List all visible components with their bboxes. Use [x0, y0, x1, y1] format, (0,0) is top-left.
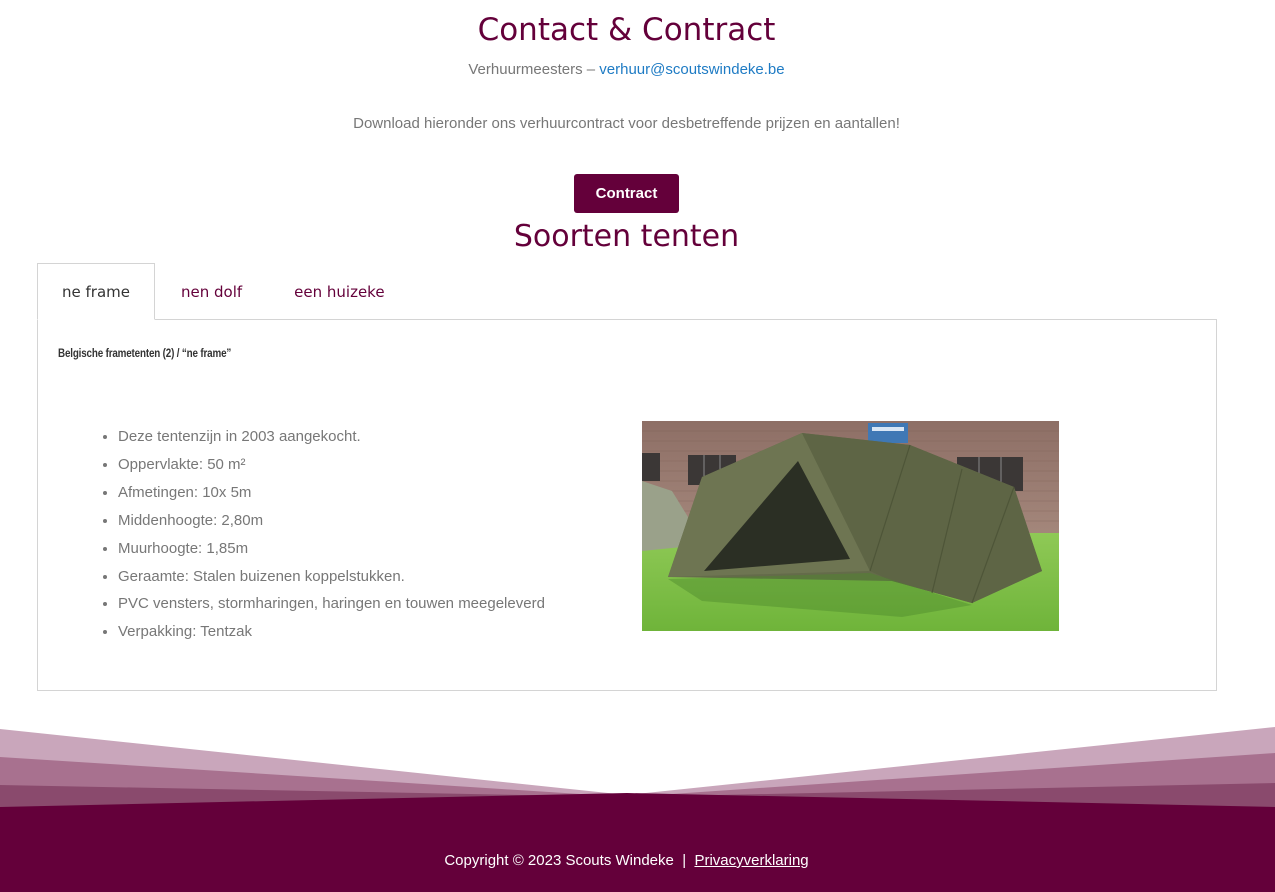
- footer-wave-decoration: [0, 727, 1275, 815]
- copyright-text: Copyright © 2023 Scouts Windeke: [444, 852, 674, 869]
- tents-title: Soorten tenten: [513, 219, 740, 254]
- email-link[interactable]: verhuur@scoutswindeke.be: [599, 61, 784, 78]
- spec-list: Deze tentenzijn in 2003 aangekocht. Oppe…: [118, 423, 545, 646]
- contact-line: Verhuurmeesters – verhuur@scoutswindeke.…: [0, 61, 1253, 78]
- contract-button[interactable]: Contract: [574, 174, 679, 213]
- tent-tabs: ne frame nen dolf een huizeke: [37, 263, 411, 320]
- footer-separator: |: [682, 852, 687, 869]
- tab-een-huizeke[interactable]: een huizeke: [268, 263, 410, 320]
- contact-prefix: Verhuurmeesters –: [468, 61, 600, 78]
- tab-ne-frame[interactable]: ne frame: [37, 263, 155, 320]
- tab-nen-dolf[interactable]: nen dolf: [155, 263, 268, 320]
- tent-photo: [642, 421, 1059, 631]
- footer-text: Copyright © 2023 Scouts Windeke | Privac…: [0, 852, 1253, 869]
- site-footer: [0, 808, 1275, 892]
- list-item: Oppervlakte: 50 m²: [118, 451, 545, 479]
- list-item: Geraamte: Stalen buizenen koppelstukken.: [118, 563, 545, 591]
- list-item: Muurhoogte: 1,85m: [118, 535, 545, 563]
- privacy-link[interactable]: Privacyverklaring: [694, 852, 808, 869]
- list-item: Verpakking: Tentzak: [118, 618, 545, 646]
- download-text: Download hieronder ons verhuurcontract v…: [353, 115, 900, 132]
- panel-heading: Belgische frametenten (2) / “ne frame”: [58, 346, 232, 360]
- tab-panel: Belgische frametenten (2) / “ne frame” D…: [37, 319, 1217, 691]
- list-item: PVC vensters, stormharingen, haringen en…: [118, 590, 545, 618]
- contact-title: Contact & Contract: [477, 12, 776, 48]
- list-item: Deze tentenzijn in 2003 aangekocht.: [118, 423, 545, 451]
- list-item: Afmetingen: 10x 5m: [118, 479, 545, 507]
- list-item: Middenhoogte: 2,80m: [118, 507, 545, 535]
